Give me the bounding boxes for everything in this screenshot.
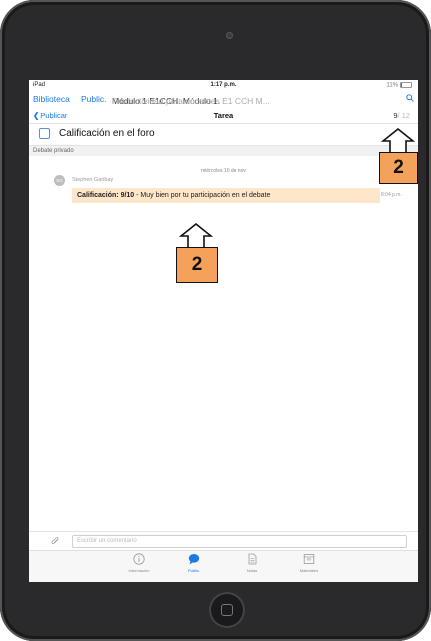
callout-arrow-up-icon: [179, 223, 213, 249]
callout-badge: 2: [176, 247, 218, 283]
tab-informacion[interactable]: Información: [119, 553, 159, 573]
breadcrumb-module-faded: Productividad para docentes E1 CCH M...: [112, 96, 270, 106]
section-label: Debate privado: [33, 148, 74, 154]
item-counter: 9/ 12: [393, 111, 410, 120]
callout-arrow-up-icon: [381, 128, 415, 154]
comment-placeholder: Escribir un comentario: [77, 538, 137, 544]
tab-label: Materiales: [299, 568, 319, 573]
tab-public[interactable]: Public.: [174, 553, 214, 573]
battery-percent: 11%: [386, 82, 398, 89]
paperclip-icon[interactable]: [51, 537, 60, 546]
task-title: Calificación en el foro: [59, 128, 155, 139]
grade-text: Calificación: 9/10: [77, 191, 135, 199]
materials-icon: [303, 554, 315, 564]
home-square-icon: [221, 604, 233, 616]
message-date: miércoles 10 de nov: [201, 168, 246, 174]
camera: [226, 32, 233, 39]
comment-text: - Muy bien por tu participación en el de…: [134, 191, 271, 199]
notes-icon: [248, 553, 257, 565]
message-time: 8:04 p.m.: [381, 192, 402, 198]
message-bubble: Calificación: 9/10 - Muy bien por tu par…: [72, 188, 380, 203]
tab-label: Notas: [246, 568, 258, 573]
battery-icon: [400, 82, 412, 88]
comment-input[interactable]: Escribir un comentario: [72, 535, 407, 548]
task-row: Calificación en el foro: [29, 124, 418, 146]
section-header: Debate privado: [29, 146, 418, 156]
status-bar: iPad 1:17 p.m. 11%: [29, 80, 418, 91]
composer: Escribir un comentario: [29, 531, 418, 550]
page-title: Tarea: [213, 111, 234, 120]
message-text: Calificación: 9/10 - Muy bien por tu par…: [77, 192, 270, 199]
battery-status: 11%: [386, 82, 412, 89]
tab-materiales[interactable]: Materiales: [289, 553, 329, 573]
tab-label: Public.: [187, 568, 200, 573]
breadcrumb: Biblioteca Public. Módulo 1 E1CCH: Módul…: [29, 92, 418, 108]
callout-badge: 2: [379, 152, 418, 184]
breadcrumb-library[interactable]: Biblioteca: [33, 94, 70, 104]
tab-label: Información: [128, 568, 150, 573]
search-icon[interactable]: [406, 94, 414, 102]
counter-total: / 12: [397, 111, 410, 120]
info-icon: [133, 553, 145, 565]
message-author: Stephen Garibay: [72, 177, 114, 183]
chat-bubble-icon: [188, 554, 200, 565]
ipad-frame: iPad 1:17 p.m. 11% Biblioteca Public. Mó…: [0, 0, 431, 641]
task-checkbox[interactable]: [39, 128, 50, 139]
clock: 1:17 p.m.: [210, 82, 237, 88]
tab-notas[interactable]: Notas: [232, 553, 272, 573]
toolbar: ❮Publicar Tarea 9/ 12: [29, 108, 418, 124]
tab-bar: Información Public. Notas Materiales: [29, 550, 418, 582]
avatar: SG: [54, 175, 65, 186]
breadcrumb-public[interactable]: Public.: [81, 94, 107, 104]
app-screen: iPad 1:17 p.m. 11% Biblioteca Public. Mó…: [29, 80, 418, 582]
